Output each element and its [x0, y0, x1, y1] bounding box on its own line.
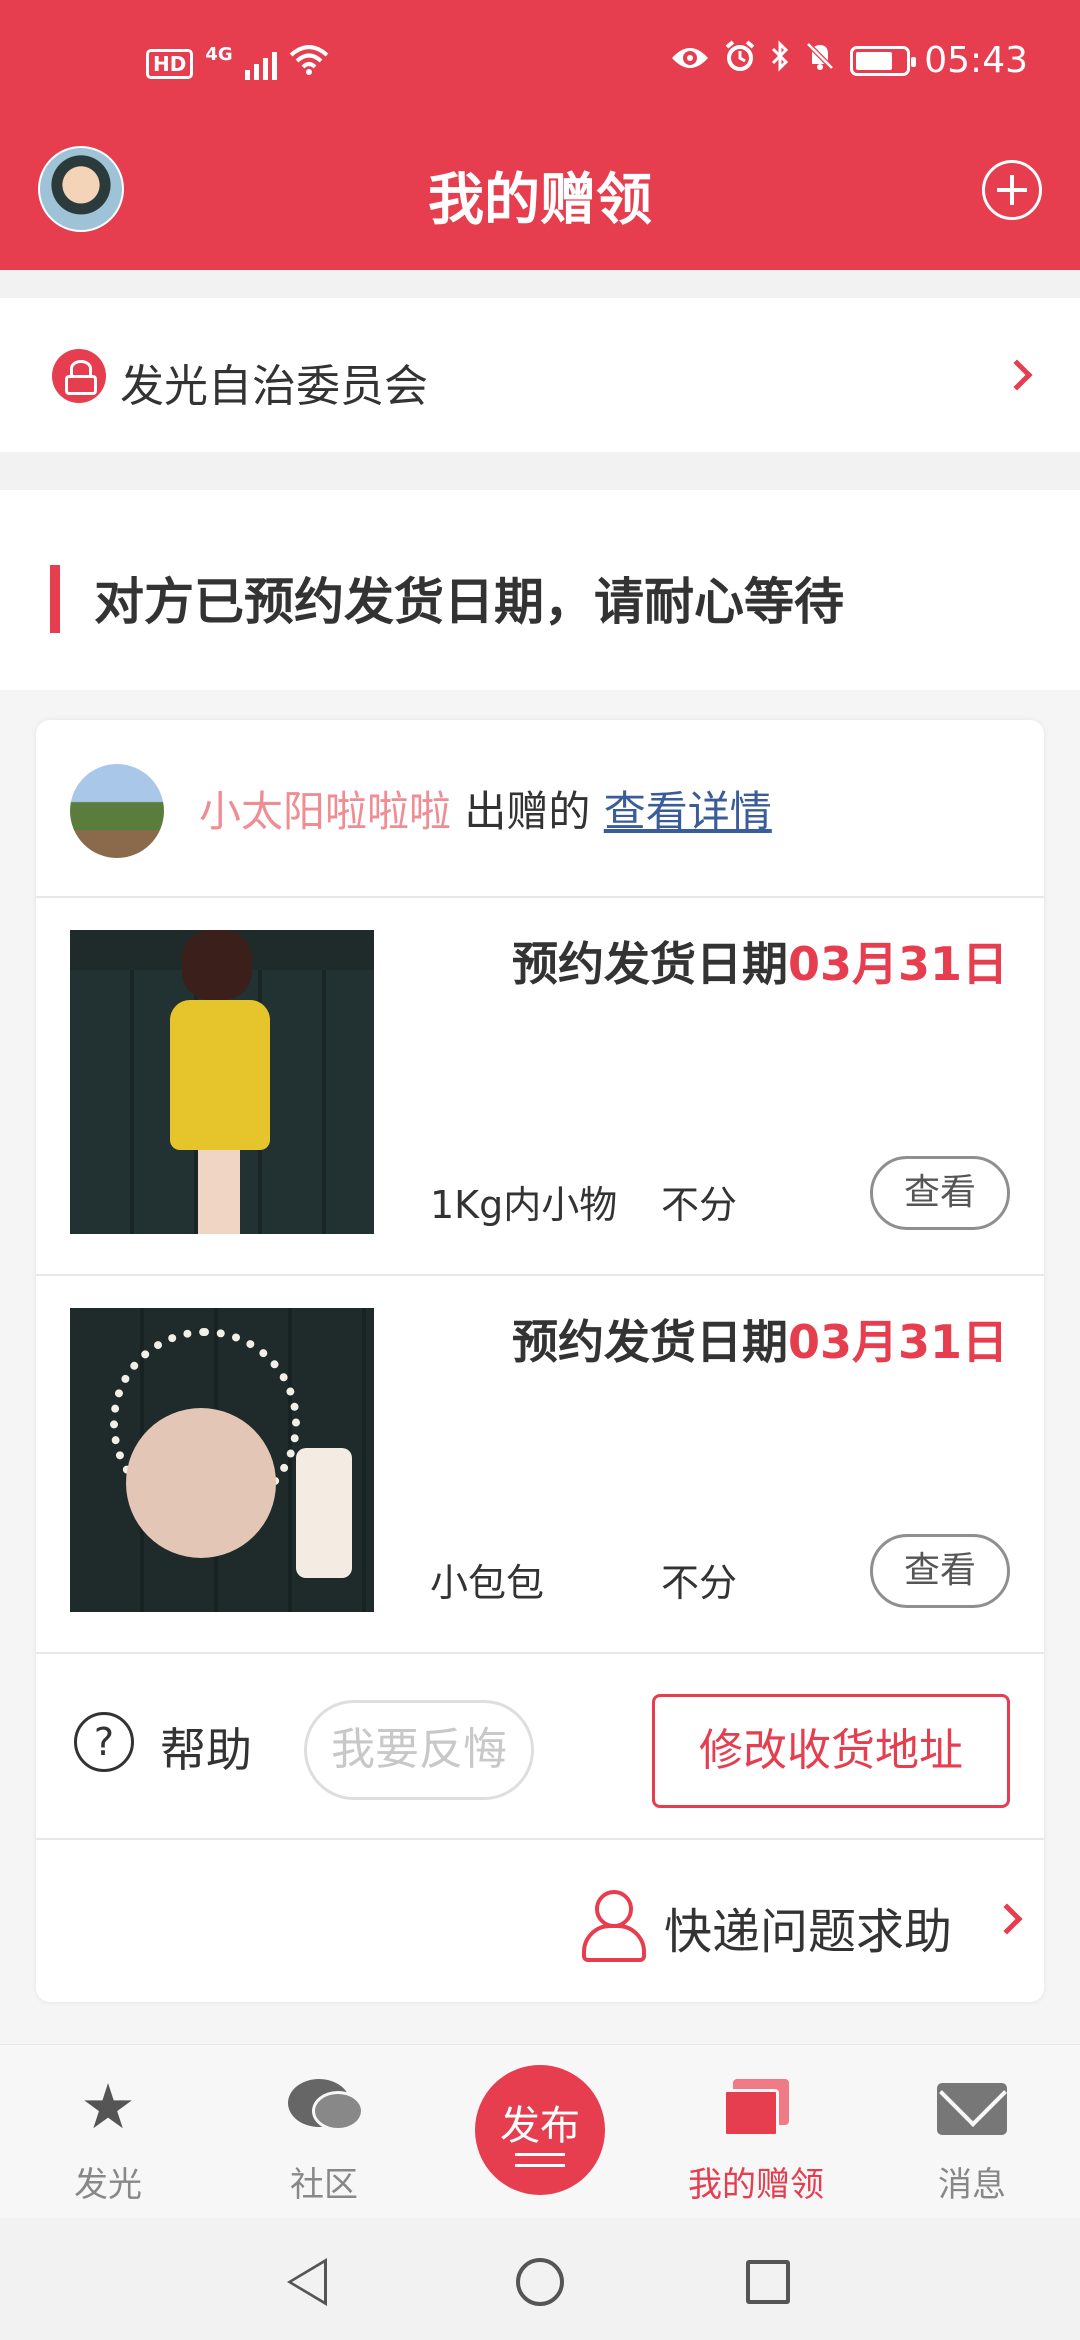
back-icon[interactable] — [287, 2258, 327, 2306]
page-title: 我的赠领 — [428, 168, 652, 233]
item-photo[interactable] — [70, 1308, 374, 1612]
mail-icon — [937, 2083, 1007, 2135]
actions-row: ? 帮助 我要反悔 修改收货地址 — [36, 1654, 1044, 1840]
committee-name: 发光自治委员会 — [120, 361, 428, 412]
mute-icon — [804, 40, 836, 81]
donor-line: 小太阳啦啦啦 出赠的 查看详情 — [199, 778, 772, 839]
status-time: 05:43 — [924, 40, 1028, 81]
nav-glow[interactable]: ★ 发光 — [0, 2045, 216, 2219]
item-shipping-date: 预约发货日期03月31日 — [512, 1306, 1008, 1372]
network-type: 4G — [205, 43, 233, 65]
item-photo[interactable] — [70, 930, 374, 1234]
regret-button[interactable]: 我要反悔 — [304, 1700, 534, 1800]
status-left: HD 4G — [146, 44, 329, 84]
battery-icon — [850, 45, 917, 76]
chevron-right-icon — [1001, 359, 1033, 391]
person-icon — [580, 1890, 646, 1962]
item-split: 不分 — [661, 1561, 738, 1605]
date-value: 03月31日 — [787, 1315, 1008, 1369]
help-icon[interactable]: ? — [74, 1712, 134, 1772]
section-accent-bar — [50, 565, 60, 633]
donor-name[interactable]: 小太阳啦啦啦 — [199, 787, 451, 836]
donor-row: 小太阳啦啦啦 出赠的 查看详情 — [36, 720, 1044, 898]
view-details-link[interactable]: 查看详情 — [604, 787, 772, 836]
item-shipping-date: 预约发货日期03月31日 — [512, 928, 1008, 994]
item-description: 1Kg内小物 — [430, 1183, 618, 1227]
order-card: 小太阳啦啦啦 出赠的 查看详情 预约发货日期03月31日 1Kg内小物 不分 查… — [36, 720, 1044, 2002]
gift-cards-icon — [723, 2079, 789, 2137]
committee-icon — [52, 349, 106, 403]
status-right: 05:43 — [670, 40, 1028, 81]
section-title: 对方已预约发货日期，请耐心等待 — [94, 573, 844, 631]
menu-lines-icon — [515, 2153, 565, 2167]
list-item: 预约发货日期03月31日 小包包 不分 查看 — [36, 1276, 1044, 1654]
nav-label: 发光 — [74, 2165, 142, 2205]
donor-verb: 出赠的 — [464, 787, 591, 836]
publish-button[interactable]: 发布 — [475, 2065, 605, 2195]
date-label: 预约发货日期 — [511, 1315, 788, 1369]
star-icon: ★ — [80, 2070, 136, 2143]
nav-community[interactable]: 社区 — [216, 2045, 432, 2219]
publish-label: 发布 — [500, 2103, 580, 2149]
bottom-nav: ★ 发光 社区 发布 我的赠领 消息 — [0, 2044, 1080, 2218]
list-item: 预约发货日期03月31日 1Kg内小物 不分 查看 — [36, 898, 1044, 1276]
date-label: 预约发货日期 — [511, 937, 788, 991]
recent-apps-icon[interactable] — [746, 2260, 790, 2304]
eye-icon — [670, 41, 710, 81]
item-description: 小包包 — [430, 1561, 545, 1605]
item-split: 不分 — [661, 1183, 738, 1227]
nav-label: 我的赠领 — [688, 2165, 824, 2205]
wifi-icon — [289, 44, 329, 84]
app-header: HD 4G 05:43 我的赠领 — [0, 0, 1080, 270]
status-bar: HD 4G 05:43 — [0, 30, 1080, 100]
edit-address-button[interactable]: 修改收货地址 — [652, 1694, 1010, 1808]
section-header: 对方已预约发货日期，请耐心等待 — [0, 490, 1080, 690]
chevron-right-icon — [991, 1903, 1023, 1935]
alarm-icon — [724, 40, 756, 81]
signal-icon — [244, 48, 277, 80]
nav-label: 消息 — [938, 2165, 1006, 2205]
courier-help-label: 快递问题求助 — [664, 1904, 953, 1960]
system-nav-bar — [0, 2218, 1080, 2340]
bluetooth-icon — [770, 40, 790, 81]
donor-avatar[interactable] — [70, 764, 164, 858]
date-value: 03月31日 — [787, 937, 1008, 991]
home-icon[interactable] — [516, 2258, 564, 2306]
view-button[interactable]: 查看 — [870, 1156, 1010, 1230]
hd-icon: HD — [146, 49, 194, 79]
help-button[interactable]: 帮助 — [160, 1714, 252, 1780]
chat-bubbles-icon — [288, 2079, 364, 2137]
order-section: 对方已预约发货日期，请耐心等待 小太阳啦啦啦 出赠的 查看详情 预约发货日期03… — [0, 490, 1080, 2044]
nav-my-gifts[interactable]: 我的赠领 — [648, 2045, 864, 2219]
view-button[interactable]: 查看 — [870, 1534, 1010, 1608]
courier-help-row[interactable]: 快递问题求助 — [36, 1840, 1044, 2002]
nav-label: 社区 — [290, 2165, 358, 2205]
nav-messages[interactable]: 消息 — [864, 2045, 1080, 2219]
committee-row[interactable]: 发光自治委员会 — [0, 298, 1080, 452]
add-icon[interactable] — [982, 160, 1042, 220]
